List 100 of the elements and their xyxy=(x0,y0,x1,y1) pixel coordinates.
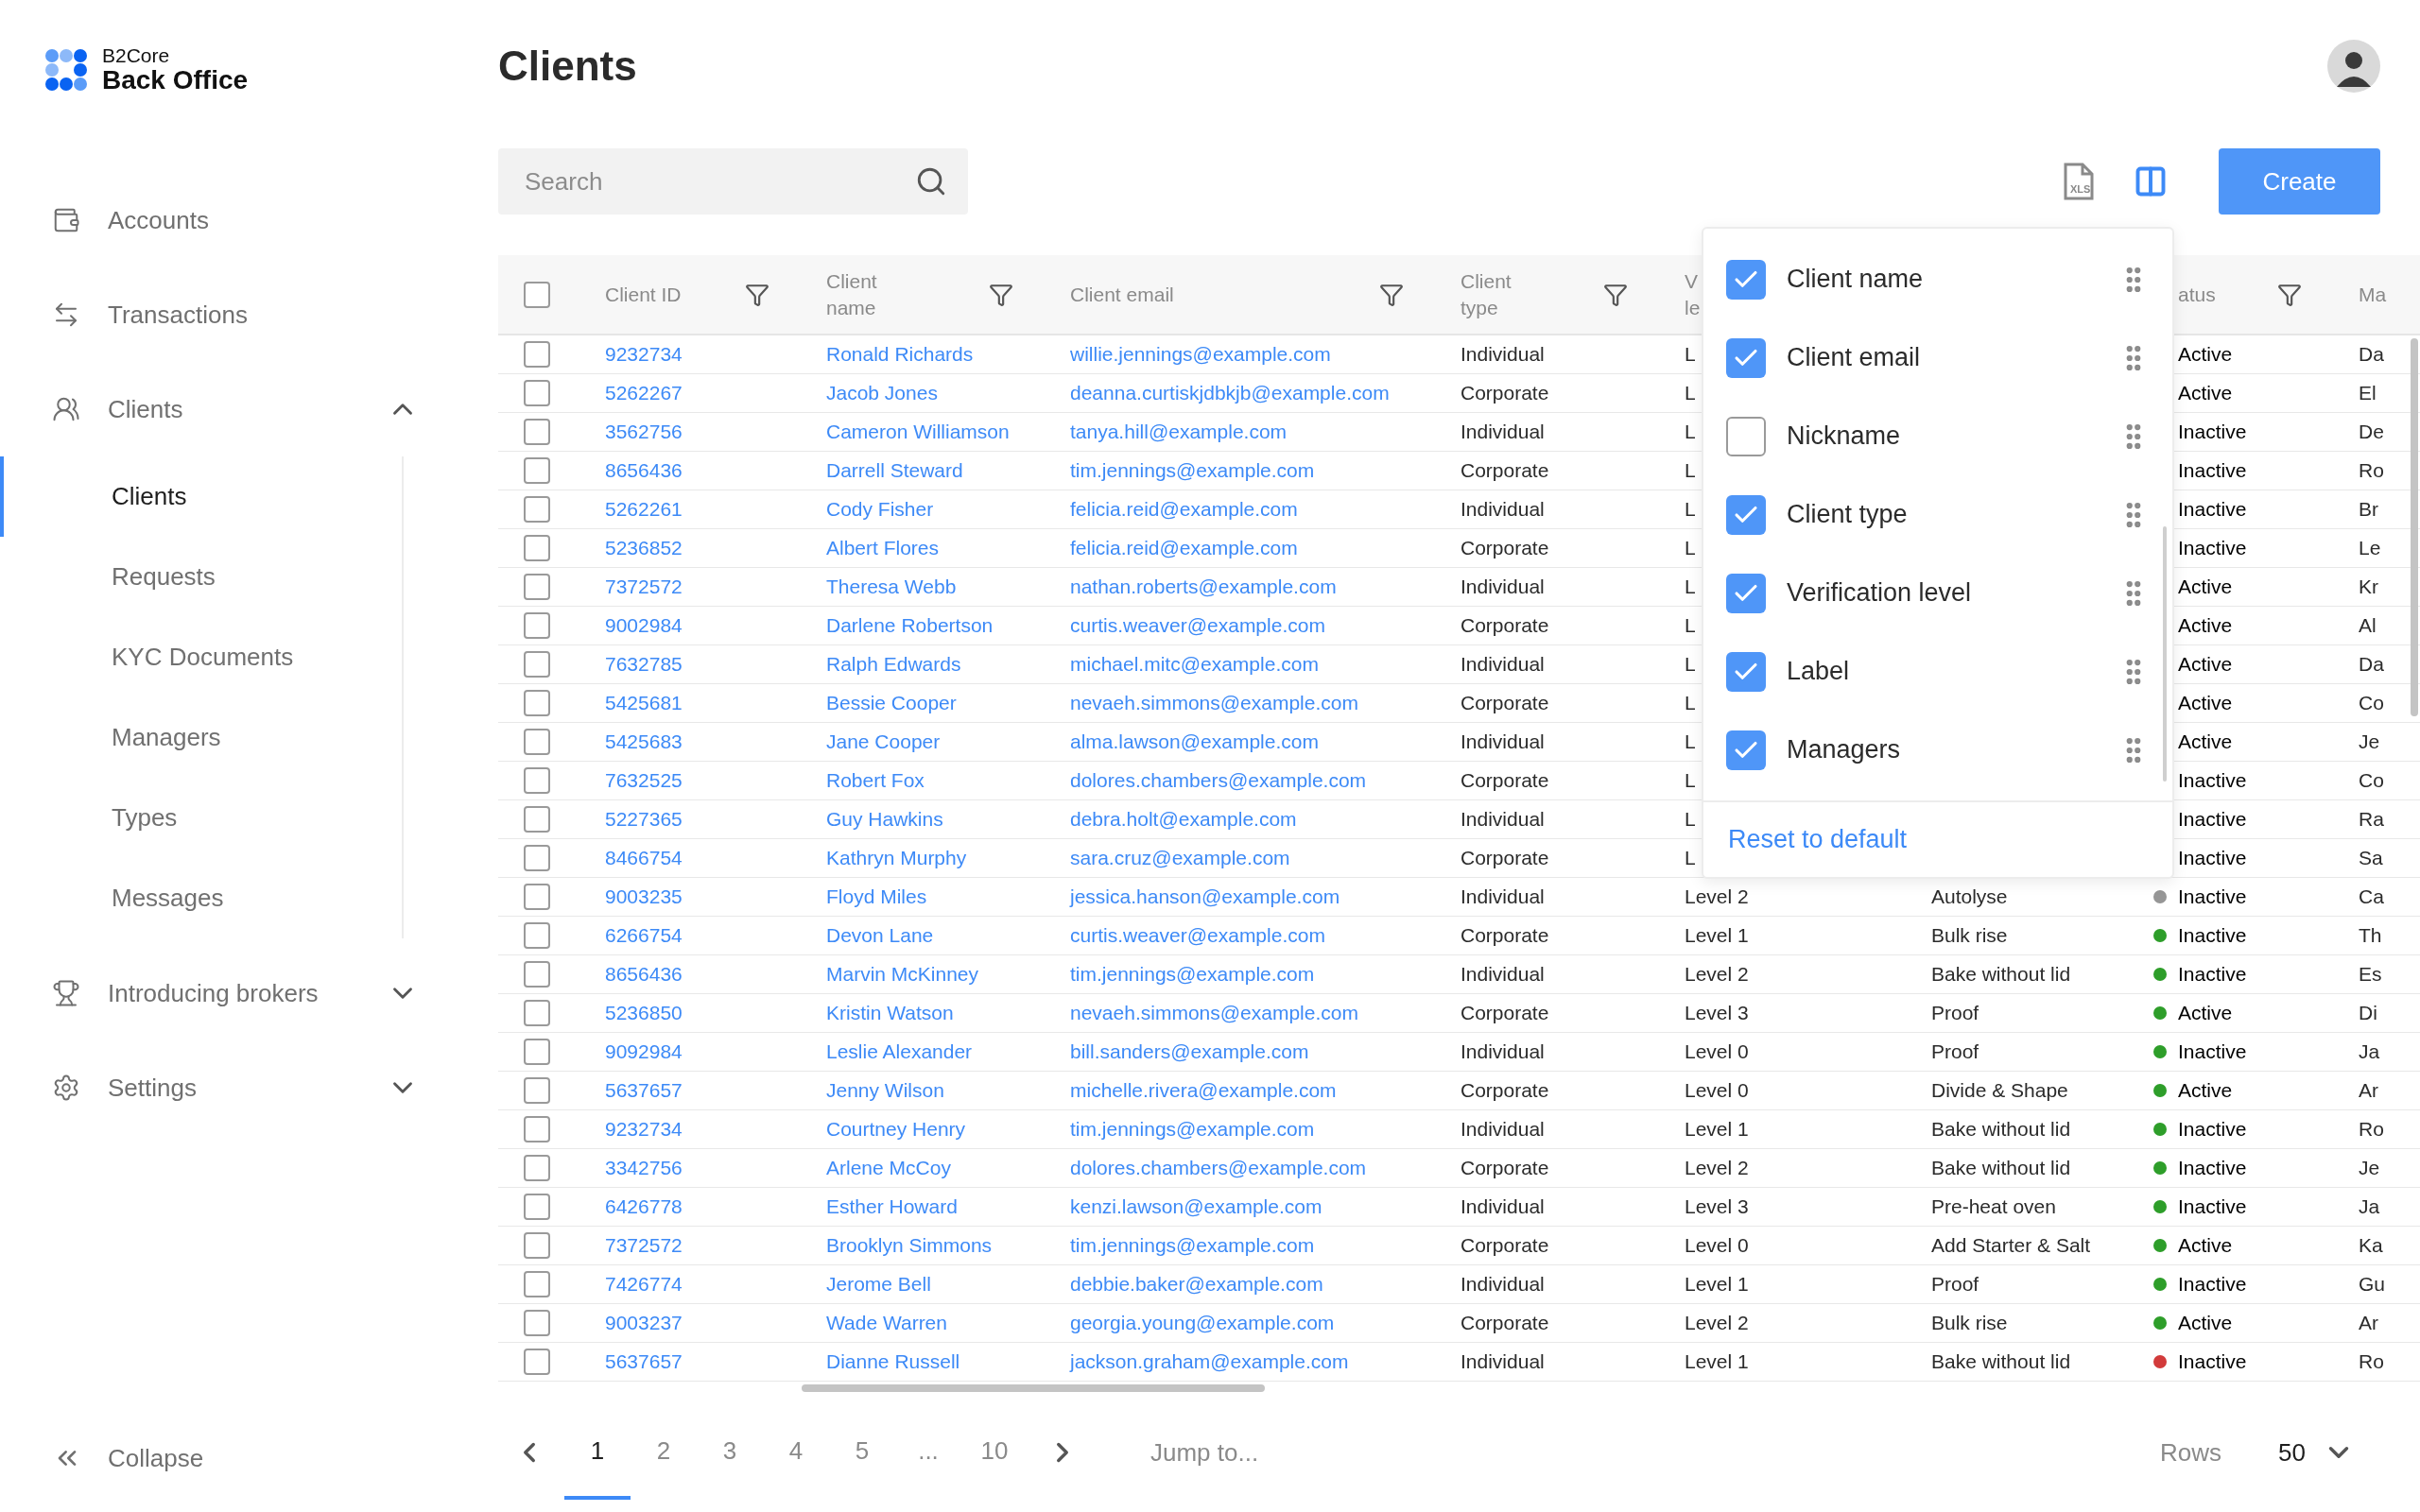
table-link[interactable]: deanna.curtiskjdbkjb@example.com xyxy=(1070,378,1390,408)
page-button[interactable]: 2 xyxy=(631,1405,697,1500)
checkbox[interactable] xyxy=(524,1000,550,1026)
table-link[interactable]: 5262267 xyxy=(605,378,683,408)
checkbox[interactable] xyxy=(1726,337,1766,378)
table-link[interactable]: nevaeh.simmons@example.com xyxy=(1070,688,1358,718)
table-link[interactable]: michelle.rivera@example.com xyxy=(1070,1075,1337,1106)
table-link[interactable]: Darrell Steward xyxy=(826,455,963,486)
filter-icon[interactable] xyxy=(989,282,1013,307)
filter-icon[interactable] xyxy=(745,282,769,307)
checkbox[interactable] xyxy=(524,729,550,755)
checkbox[interactable] xyxy=(524,1310,550,1336)
create-button[interactable]: Create xyxy=(2219,148,2380,215)
search-field[interactable]: Search xyxy=(498,148,968,215)
table-link[interactable]: Jacob Jones xyxy=(826,378,938,408)
column-header[interactable]: Client email xyxy=(1051,255,1442,334)
table-link[interactable]: 3562756 xyxy=(605,417,683,447)
checkbox[interactable] xyxy=(524,496,550,523)
checkbox[interactable] xyxy=(524,341,550,368)
table-link[interactable]: 5637657 xyxy=(605,1075,683,1106)
checkbox[interactable] xyxy=(524,281,550,308)
table-link[interactable]: tim.jennings@example.com xyxy=(1070,1114,1315,1144)
nav-item[interactable]: Introducing brokers xyxy=(0,946,449,1040)
table-link[interactable]: 7426774 xyxy=(605,1269,683,1299)
table-link[interactable]: Ralph Edwards xyxy=(826,649,961,679)
table-link[interactable]: Theresa Webb xyxy=(826,572,957,602)
table-link[interactable]: Bessie Cooper xyxy=(826,688,957,718)
table-link[interactable]: dolores.chambers@example.com xyxy=(1070,765,1367,796)
nav-subitem[interactable]: Managers xyxy=(0,697,402,778)
table-link[interactable]: Albert Flores xyxy=(826,533,940,563)
table-link[interactable]: Wade Warren xyxy=(826,1308,947,1338)
table-link[interactable]: 5425683 xyxy=(605,727,683,757)
table-link[interactable]: alma.lawson@example.com xyxy=(1070,727,1319,757)
table-link[interactable]: Cody Fisher xyxy=(826,494,934,524)
table-link[interactable]: 5236852 xyxy=(605,533,683,563)
nav-item[interactable]: Clients xyxy=(0,362,449,456)
page-button[interactable]: 10 xyxy=(961,1405,1028,1500)
checkbox[interactable] xyxy=(1726,259,1766,300)
column-option[interactable]: Label xyxy=(1703,632,2172,711)
checkbox[interactable] xyxy=(524,1039,550,1065)
table-link[interactable]: tim.jennings@example.com xyxy=(1070,959,1315,989)
column-option[interactable]: Managers xyxy=(1703,711,2172,789)
table-link[interactable]: Jenny Wilson xyxy=(826,1075,944,1106)
column-header[interactable]: Client name xyxy=(807,255,1051,334)
table-link[interactable]: Floyd Miles xyxy=(826,882,927,912)
table-link[interactable]: 9003235 xyxy=(605,882,683,912)
table-link[interactable]: Kathryn Murphy xyxy=(826,843,967,873)
horizontal-scrollbar[interactable] xyxy=(802,1384,1265,1392)
page-button[interactable]: 1 xyxy=(564,1405,631,1500)
nav-item[interactable]: Settings xyxy=(0,1040,449,1135)
column-header[interactable]: Ma xyxy=(2340,255,2420,334)
page-button[interactable]: ... xyxy=(895,1405,961,1500)
nav-subitem[interactable]: Messages xyxy=(0,858,402,938)
table-link[interactable]: 5236850 xyxy=(605,998,683,1028)
checkbox[interactable] xyxy=(524,1271,550,1297)
table-link[interactable]: Robert Fox xyxy=(826,765,925,796)
table-link[interactable]: 8656436 xyxy=(605,455,683,486)
table-link[interactable]: jackson.graham@example.com xyxy=(1070,1347,1349,1377)
table-link[interactable]: 5262261 xyxy=(605,494,683,524)
table-link[interactable]: Courtney Henry xyxy=(826,1114,966,1144)
table-link[interactable]: Jerome Bell xyxy=(826,1269,931,1299)
filter-icon[interactable] xyxy=(1603,282,1628,307)
page-button[interactable]: 5 xyxy=(829,1405,895,1500)
table-link[interactable]: nathan.roberts@example.com xyxy=(1070,572,1337,602)
rows-select[interactable]: 50 xyxy=(2278,1434,2355,1471)
table-link[interactable]: felicia.reid@example.com xyxy=(1070,494,1298,524)
checkbox[interactable] xyxy=(524,1155,550,1181)
table-link[interactable]: kenzi.lawson@example.com xyxy=(1070,1192,1322,1222)
page-button[interactable]: 3 xyxy=(697,1405,763,1500)
checkbox[interactable] xyxy=(524,457,550,484)
filter-icon[interactable] xyxy=(1379,282,1404,307)
table-link[interactable]: jessica.hanson@example.com xyxy=(1070,882,1340,912)
checkbox[interactable] xyxy=(524,1232,550,1259)
table-link[interactable]: curtis.weaver@example.com xyxy=(1070,610,1325,641)
nav-subitem[interactable]: Types xyxy=(0,778,402,858)
table-link[interactable]: 9002984 xyxy=(605,610,683,641)
checkbox[interactable] xyxy=(524,922,550,949)
nav-subitem[interactable]: Clients xyxy=(0,456,402,537)
table-link[interactable]: Guy Hawkins xyxy=(826,804,943,834)
nav-subitem[interactable]: Requests xyxy=(0,537,402,617)
table-link[interactable]: Arlene McCoy xyxy=(826,1153,951,1183)
table-link[interactable]: felicia.reid@example.com xyxy=(1070,533,1298,563)
checkbox[interactable] xyxy=(524,1349,550,1375)
table-link[interactable]: 5425681 xyxy=(605,688,683,718)
checkbox[interactable] xyxy=(1726,730,1766,770)
table-link[interactable]: Cameron Williamson xyxy=(826,417,1010,447)
table-link[interactable]: tim.jennings@example.com xyxy=(1070,1230,1315,1261)
table-link[interactable]: 6426778 xyxy=(605,1192,683,1222)
table-link[interactable]: 7372572 xyxy=(605,1230,683,1261)
table-link[interactable]: tim.jennings@example.com xyxy=(1070,455,1315,486)
checkbox[interactable] xyxy=(1726,416,1766,456)
checkbox[interactable] xyxy=(1726,494,1766,535)
page-button[interactable]: 4 xyxy=(763,1405,829,1500)
column-option[interactable]: Verification level xyxy=(1703,554,2172,632)
column-header[interactable]: Client ID xyxy=(586,255,807,334)
table-link[interactable]: 9232734 xyxy=(605,1114,683,1144)
table-link[interactable]: Darlene Robertson xyxy=(826,610,994,641)
table-link[interactable]: tanya.hill@example.com xyxy=(1070,417,1288,447)
column-option[interactable]: Nickname xyxy=(1703,397,2172,475)
table-link[interactable]: michael.mitc@example.com xyxy=(1070,649,1319,679)
